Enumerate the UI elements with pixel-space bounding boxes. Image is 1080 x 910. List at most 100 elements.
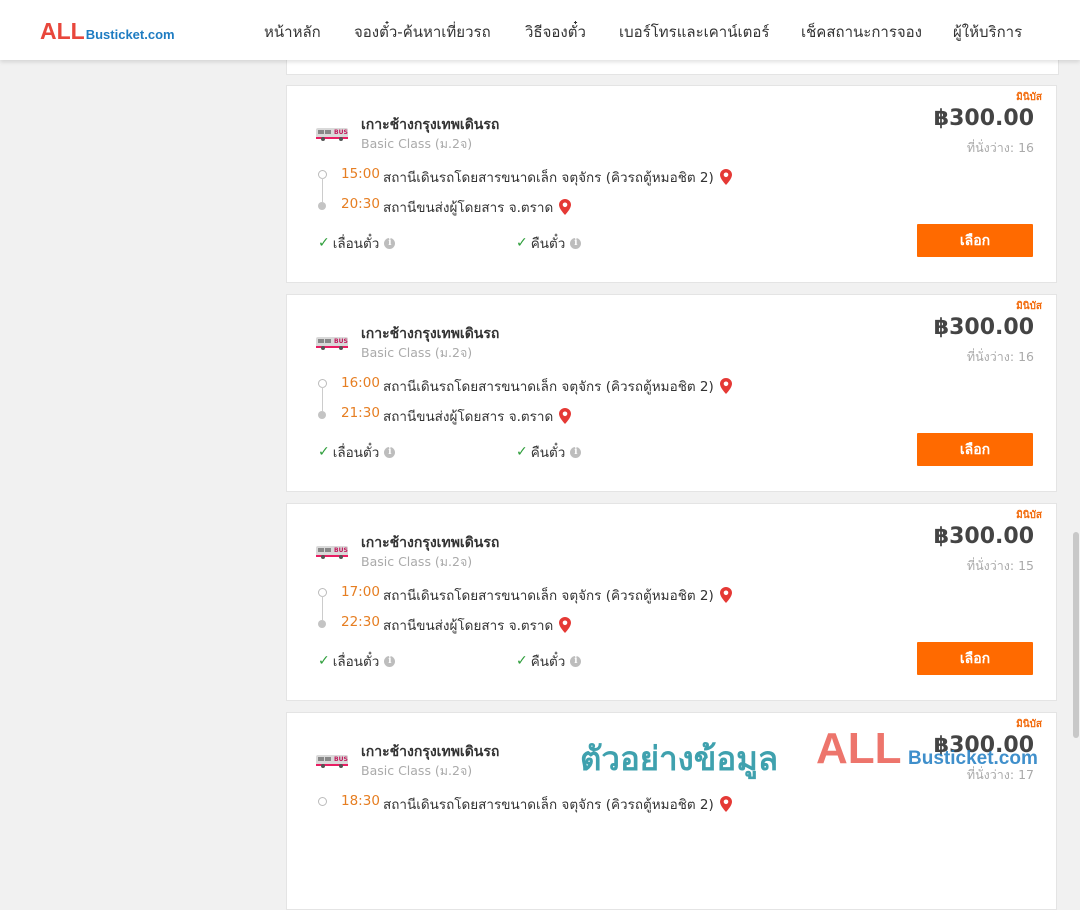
ticket-price: ฿300.00 [933, 524, 1034, 549]
info-icon[interactable]: i [570, 655, 582, 667]
feature-reschedule-label: เลื่อนตั๋ว [332, 445, 380, 461]
arrive-station-name: สถานีขนส่งผู้โดยสาร จ.ตราด [383, 409, 554, 425]
depart-station-name: สถานีเดินรถโดยสารขนาดเล็ก จตุจักร (คิวรถ… [383, 170, 714, 186]
ticket-price: ฿300.00 [933, 315, 1034, 340]
bus-type-label: มินิบัส [1016, 510, 1042, 521]
depart-station-name: สถานีเดินรถโดยสารขนาดเล็ก จตุจักร (คิวรถ… [383, 797, 714, 813]
check-icon: ✓ [516, 235, 528, 251]
ticket-price: ฿300.00 [933, 106, 1034, 131]
map-pin-icon[interactable] [559, 408, 572, 424]
bus-type-label: มินิบัส [1016, 301, 1042, 312]
bus-operator-logo-icon: BUS [316, 128, 348, 141]
scrollbar-thumb[interactable] [1073, 532, 1079, 738]
trip-card: มินิบัส BUS เกาะช้างกรุงเทพเดินรถ Basic … [286, 85, 1057, 283]
depart-time: 15:00 [341, 166, 380, 182]
arrive-time: 21:30 [341, 405, 380, 421]
map-pin-icon[interactable] [719, 169, 732, 185]
feature-reschedule-label: เลื่อนตั๋ว [332, 654, 380, 670]
bus-class: Basic Class (ม.2จ) [361, 763, 473, 778]
feature-reschedule: ✓ เลื่อนตั๋ว i [318, 441, 396, 463]
depart-station: สถานีเดินรถโดยสารขนาดเล็ก จตุจักร (คิวรถ… [383, 375, 732, 397]
trip-card: มินิบัส BUS เกาะช้างกรุงเทพเดินรถ Basic … [286, 712, 1057, 910]
feature-reschedule: ✓ เลื่อนตั๋ว i [318, 650, 396, 672]
logo-busticket-text: Busticket.com [85, 27, 175, 42]
info-icon[interactable]: i [570, 237, 582, 249]
bus-operator-logo-icon: BUS [316, 337, 348, 350]
feature-refund: ✓ คืนตั๋ว i [516, 441, 582, 463]
nav-home[interactable]: หน้าหลัก [264, 20, 321, 44]
seats-available: ที่นั่งว่าง: 15 [966, 558, 1034, 573]
bus-operator-logo-icon: BUS [316, 755, 348, 768]
bus-class: Basic Class (ม.2จ) [361, 136, 473, 151]
depart-time: 18:30 [341, 793, 380, 809]
info-icon[interactable]: i [384, 655, 396, 667]
ticket-price: ฿300.00 [933, 733, 1034, 758]
route-title: เกาะช้างกรุงเทพเดินรถ [361, 744, 500, 760]
depart-station-name: สถานีเดินรถโดยสารขนาดเล็ก จตุจักร (คิวรถ… [383, 588, 714, 604]
map-pin-icon[interactable] [559, 199, 572, 215]
feature-refund: ✓ คืนตั๋ว i [516, 232, 582, 254]
map-pin-icon[interactable] [719, 378, 732, 394]
arrive-station: สถานีขนส่งผู้โดยสาร จ.ตราด [383, 196, 572, 218]
nav-phone-counter[interactable]: เบอร์โทรและเคาน์เตอร์ [619, 20, 769, 44]
info-icon[interactable]: i [384, 446, 396, 458]
select-trip-button[interactable]: เลือก [917, 433, 1033, 466]
depart-station-name: สถานีเดินรถโดยสารขนาดเล็ก จตุจักร (คิวรถ… [383, 379, 714, 395]
arrive-station-name: สถานีขนส่งผู้โดยสาร จ.ตราด [383, 618, 554, 634]
info-icon[interactable]: i [384, 237, 396, 249]
feature-refund-label: คืนตั๋ว [530, 445, 566, 461]
feature-refund: ✓ คืนตั๋ว i [516, 650, 582, 672]
depart-station: สถานีเดินรถโดยสารขนาดเล็ก จตุจักร (คิวรถ… [383, 166, 732, 188]
feature-reschedule-label: เลื่อนตั๋ว [332, 236, 380, 252]
svg-text:BUS: BUS [334, 547, 348, 554]
nav-booking-status[interactable]: เช็คสถานะการจอง [801, 20, 922, 44]
check-icon: ✓ [318, 444, 330, 460]
depart-time: 17:00 [341, 584, 380, 600]
page-scrollbar[interactable] [1072, 60, 1080, 800]
info-icon[interactable]: i [570, 446, 582, 458]
bus-type-label: มินิบัส [1016, 719, 1042, 730]
arrive-time: 22:30 [341, 614, 380, 630]
check-icon: ✓ [318, 653, 330, 669]
feature-reschedule: ✓ เลื่อนตั๋ว i [318, 232, 396, 254]
timeline-end-dot [318, 202, 326, 210]
trip-card: มินิบัส BUS เกาะช้างกรุงเทพเดินรถ Basic … [286, 503, 1057, 701]
check-icon: ✓ [516, 653, 528, 669]
timeline-end-dot [318, 620, 326, 628]
nav-book-search[interactable]: จองตั๋ว-ค้นหาเที่ยวรถ [354, 20, 491, 44]
seats-available: ที่นั่งว่าง: 17 [966, 767, 1034, 782]
check-icon: ✓ [318, 235, 330, 251]
trip-card: มินิบัส BUS เกาะช้างกรุงเทพเดินรถ Basic … [286, 294, 1057, 492]
map-pin-icon[interactable] [719, 587, 732, 603]
arrive-station: สถานีขนส่งผู้โดยสาร จ.ตราด [383, 405, 572, 427]
timeline-start-dot [318, 797, 327, 806]
route-title: เกาะช้างกรุงเทพเดินรถ [361, 326, 500, 342]
depart-time: 16:00 [341, 375, 380, 391]
timeline-end-dot [318, 411, 326, 419]
bus-type-label: มินิบัส [1016, 92, 1042, 103]
map-pin-icon[interactable] [719, 796, 732, 812]
select-trip-button[interactable]: เลือก [917, 642, 1033, 675]
arrive-station-name: สถานีขนส่งผู้โดยสาร จ.ตราด [383, 200, 554, 216]
seats-available: ที่นั่งว่าง: 16 [966, 140, 1034, 155]
seats-available: ที่นั่งว่าง: 16 [966, 349, 1034, 364]
nav-providers[interactable]: ผู้ให้บริการ [953, 20, 1022, 44]
map-pin-icon[interactable] [559, 617, 572, 633]
depart-station: สถานีเดินรถโดยสารขนาดเล็ก จตุจักร (คิวรถ… [383, 584, 732, 606]
svg-text:BUS: BUS [334, 129, 348, 136]
route-title: เกาะช้างกรุงเทพเดินรถ [361, 117, 500, 133]
route-title: เกาะช้างกรุงเทพเดินรถ [361, 535, 500, 551]
site-logo[interactable]: ALL Busticket.com [40, 18, 175, 44]
svg-text:BUS: BUS [334, 338, 348, 345]
timeline-line [322, 387, 323, 411]
arrive-time: 20:30 [341, 196, 380, 212]
feature-refund-label: คืนตั๋ว [530, 654, 566, 670]
feature-refund-label: คืนตั๋ว [530, 236, 566, 252]
timeline-line [322, 596, 323, 620]
svg-text:BUS: BUS [334, 756, 348, 763]
site-header: ALL Busticket.com หน้าหลัก จองตั๋ว-ค้นหา… [0, 0, 1080, 60]
nav-how-to-book[interactable]: วิธีจองตั๋ว [525, 20, 586, 44]
bus-class: Basic Class (ม.2จ) [361, 345, 473, 360]
bus-class: Basic Class (ม.2จ) [361, 554, 473, 569]
select-trip-button[interactable]: เลือก [917, 224, 1033, 257]
